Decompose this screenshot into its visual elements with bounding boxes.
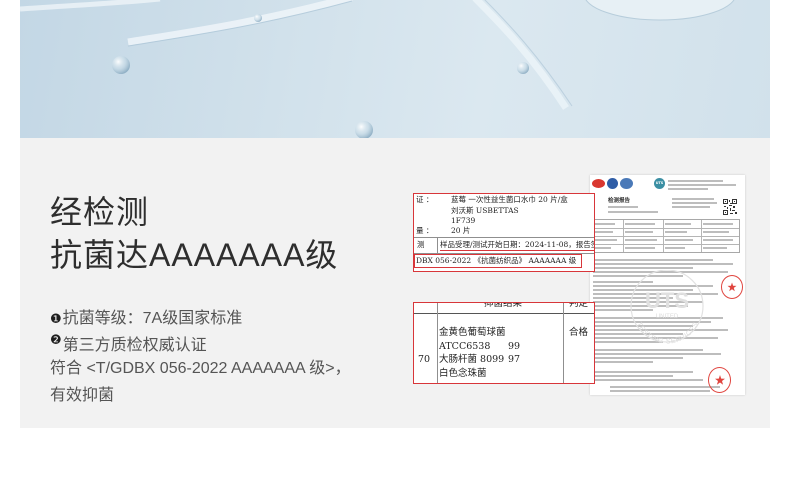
table-column-divider — [437, 303, 438, 383]
report-text-line — [668, 180, 723, 182]
report-text-line — [593, 375, 673, 377]
water-droplet — [254, 14, 262, 22]
quantity-value: 20 片 — [451, 226, 471, 235]
water-bubble — [585, 0, 735, 21]
feature-point: ❶抗菌等级：7A级国家标准 — [50, 309, 242, 330]
heading-line-2: 抗菌达AAAAAAA级 — [50, 237, 339, 273]
number-one-icon: ❶ — [50, 312, 62, 327]
feature-point: ❷第三方质检权威认证 — [50, 333, 207, 357]
report-text-line — [608, 206, 638, 208]
water-tube — [472, 0, 569, 110]
report-text-line — [593, 379, 703, 381]
star-icon — [714, 375, 725, 385]
strain-name: 金黄色葡萄球菌 — [439, 327, 506, 338]
report-text-line — [672, 198, 714, 200]
description-line: 有效抑菌 — [50, 387, 115, 404]
water-droplets-banner — [20, 0, 770, 138]
strain-name: 大肠杆菌 8099 — [439, 354, 505, 365]
report-text-line — [593, 357, 683, 359]
water-tube — [20, 0, 161, 12]
qr-code-icon — [723, 199, 737, 215]
report-text-line — [672, 206, 710, 208]
watermark-arc-text: TESTING SERVICES — [635, 321, 700, 345]
watermark-line: UNITED — [656, 314, 679, 320]
row-value: 70 — [418, 354, 431, 365]
table-row-divider — [414, 313, 594, 314]
report-text-line — [593, 267, 693, 269]
judgement-value: 合格 — [569, 327, 589, 338]
report-title: 检测报告 — [608, 198, 631, 204]
report-text-line — [610, 386, 720, 388]
report-text-line — [593, 349, 703, 351]
table-column-divider — [623, 220, 624, 252]
feature-point-text: 第三方质检权威认证 — [62, 337, 207, 354]
heading-line-1: 经检测 — [50, 194, 150, 230]
star-icon — [727, 282, 737, 292]
uts-watermark: UTS UNITED TESTING SERVICES — [630, 270, 704, 346]
table-column-divider — [663, 220, 664, 252]
report-info-zoom: 证 ： 蓝莓 一次性益生菌口水巾 20 片/盒 刘沃斯 USBETTAS 1F7… — [413, 193, 595, 272]
banner-illustration — [20, 0, 735, 138]
certification-logo — [620, 178, 633, 189]
number-two-icon: ❷ — [50, 333, 62, 348]
product-name: 蓝莓 一次性益生菌口水巾 20 片/盒 — [451, 195, 568, 204]
water-droplet — [517, 62, 529, 74]
report-text-line — [593, 361, 653, 363]
description-line: 符合 <T/GDBX 056-2022 AAAAAAA 级>， — [50, 360, 351, 377]
red-seal-stamp — [721, 275, 743, 299]
certification-logo — [607, 178, 618, 189]
info-label: 量 ： — [416, 226, 434, 235]
table-row-divider — [414, 237, 594, 238]
report-text-line — [668, 188, 708, 190]
water-droplet — [355, 121, 373, 138]
test-date: 样品受理/测试开始日期：2024-11-08，报告签发日 — [440, 240, 594, 249]
uts-logo-icon: UTS — [654, 178, 665, 189]
report-table — [592, 219, 740, 253]
report-text-line — [593, 259, 713, 261]
report-text-line — [668, 184, 736, 186]
table-row-divider — [593, 236, 739, 237]
certification-logo — [592, 179, 605, 188]
standard-grade: DBX 056-2022 《抗菌纺织品》 AAAAAAA 级 — [416, 256, 577, 265]
highlight-underline — [440, 250, 594, 251]
brand-name: 刘沃斯 USBETTAS — [451, 206, 519, 215]
strain-name: ATCC6538 — [439, 341, 491, 352]
report-result-zoom: 抑菌结果 判定 金黄色葡萄球菌 合格 ATCC6538 99 70 大肠杆菌 8… — [413, 302, 595, 384]
report-text-line — [608, 211, 658, 213]
table-row-divider — [593, 228, 739, 229]
report-text-line — [672, 202, 717, 204]
table-column-divider — [563, 303, 564, 383]
feature-point-text: 抗菌等级：7A级国家标准 — [62, 310, 243, 327]
table-column-divider — [701, 220, 702, 252]
strain-name: 白色念珠菌 — [439, 368, 487, 379]
water-droplet — [112, 56, 130, 74]
table-column-divider — [437, 237, 438, 253]
judgement-header: 判定 — [569, 302, 589, 309]
watermark-logo: UTS — [645, 288, 689, 313]
water-tube — [127, 0, 353, 46]
report-text-line — [610, 390, 710, 392]
inhibition-rate: 99 — [508, 341, 521, 352]
info-label: 测 — [417, 240, 425, 249]
result-header: 抑菌结果 — [484, 302, 523, 309]
report-text-line — [593, 371, 693, 373]
table-row-divider — [593, 244, 739, 245]
report-text-line — [593, 353, 721, 355]
inhibition-rate: 97 — [508, 354, 521, 365]
test-report-document: UTS 检测报告 UTS UNITED TESTING SERVICES — [590, 175, 745, 395]
report-text-line — [593, 263, 733, 265]
info-label: 证 ： — [416, 195, 434, 204]
red-seal-stamp — [708, 367, 731, 393]
batch-number: 1F739 — [451, 216, 476, 225]
